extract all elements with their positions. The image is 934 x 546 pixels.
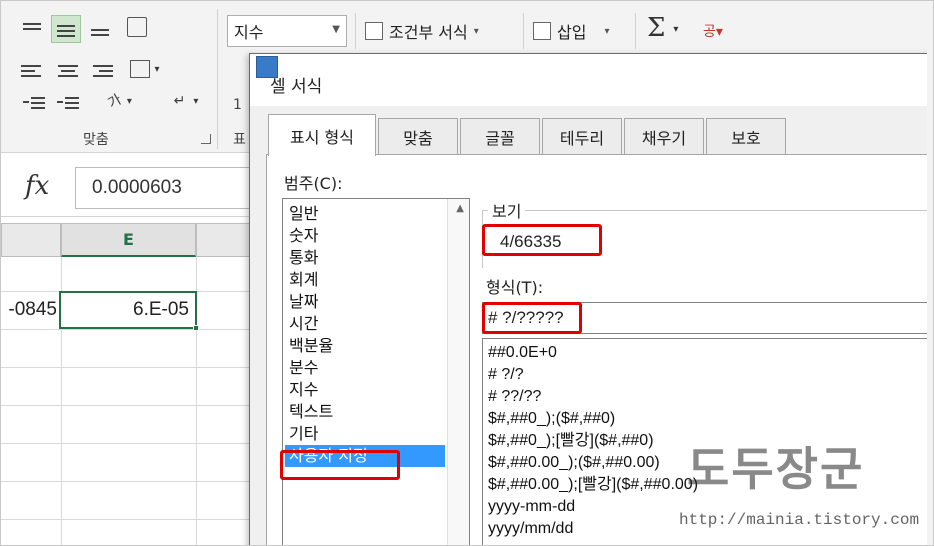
ribbon-separator xyxy=(217,9,218,149)
align-middle-icon[interactable] xyxy=(51,15,81,43)
sigma-icon: Σ xyxy=(647,13,666,43)
watermark-url: http://mainia.tistory.com xyxy=(679,511,920,529)
insert-cells-icon xyxy=(533,22,551,40)
tab-fill[interactable]: 채우기 xyxy=(624,118,704,154)
category-percentage[interactable]: 백분율 xyxy=(289,335,333,357)
category-currency[interactable]: 통화 xyxy=(289,247,318,269)
dialog-tabs: 표시 형식 맞춤 글꼴 테두리 채우기 보호 xyxy=(250,114,933,156)
format-code-item[interactable]: yyyy-mm-dd xyxy=(488,496,575,518)
selected-cell-e[interactable]: 6.E-05 xyxy=(59,291,197,329)
conditional-format-icon xyxy=(365,22,383,40)
dialog-title: 셀 서식 xyxy=(270,77,323,97)
alignment-dialog-launcher-icon[interactable] xyxy=(201,134,211,144)
wrap-text-icon[interactable]: ↵ ▾ xyxy=(161,89,211,113)
align-right-icon[interactable] xyxy=(89,59,115,83)
grid-line xyxy=(1,367,256,368)
watermark-text: 도두장군 xyxy=(687,442,865,496)
screenshot-frame: ▾ 가 ▾ ↵ ▾ 맞춤 표 1 지수 ▼ 조건부 서식 ▾ 삽입 ▾ Σ ▾ … xyxy=(0,0,934,546)
tab-border[interactable]: 테두리 xyxy=(542,118,622,154)
format-code-item[interactable]: yyyy/mm/dd xyxy=(488,518,573,540)
orientation-icon[interactable] xyxy=(123,15,151,39)
align-center-icon[interactable] xyxy=(55,59,81,83)
category-number[interactable]: 숫자 xyxy=(289,225,318,247)
tab-alignment[interactable]: 맞춤 xyxy=(378,118,458,154)
category-special[interactable]: 기타 xyxy=(289,423,318,445)
tab-font[interactable]: 글꼴 xyxy=(460,118,540,154)
ribbon-cut-label-2: 1 xyxy=(233,97,242,113)
column-header-d[interactable] xyxy=(1,223,61,257)
autosum-button[interactable]: Σ ▾ xyxy=(647,13,678,43)
format-code-item[interactable]: ##0.0E+0 xyxy=(488,342,557,364)
formula-input[interactable]: 0.0000603 xyxy=(75,167,255,209)
highlight-box-custom xyxy=(280,450,400,480)
grid-line xyxy=(1,519,256,520)
insert-function-icon[interactable]: fx xyxy=(25,171,49,201)
category-fraction[interactable]: 분수 xyxy=(289,357,318,379)
dialog-titlebar[interactable]: 셀 서식 xyxy=(250,54,933,106)
align-left-icon[interactable] xyxy=(19,59,45,83)
number-format-dropdown[interactable]: 지수 ▼ xyxy=(227,15,347,47)
category-accounting[interactable]: 회계 xyxy=(289,269,318,291)
format-code-item[interactable]: $#,##0.00_);($#,##0.00) xyxy=(488,452,660,474)
grid-line xyxy=(1,329,256,330)
category-general[interactable]: 일반 xyxy=(289,203,318,225)
align-bottom-icon[interactable] xyxy=(87,17,113,41)
insert-button[interactable]: 삽입 ▾ xyxy=(533,17,609,45)
chevron-down-icon: ▾ xyxy=(604,25,610,37)
category-scrollbar[interactable]: ▲ xyxy=(447,199,469,545)
scroll-up-icon[interactable]: ▲ xyxy=(456,203,464,214)
format-code-item[interactable]: $#,##0_);($#,##0) xyxy=(488,408,615,430)
align-top-icon[interactable] xyxy=(19,17,45,41)
sort-filter-button[interactable]: 공▾ xyxy=(703,21,723,41)
cell-d-value[interactable]: -0845 xyxy=(1,291,61,329)
format-code-item[interactable]: $#,##0.00_);[빨강]($#,##0.00) xyxy=(488,474,698,496)
conditional-format-label: 조건부 서식 xyxy=(389,23,468,42)
format-code-item[interactable]: # ?/? xyxy=(488,364,524,386)
category-date[interactable]: 날짜 xyxy=(289,291,318,313)
format-code-item[interactable]: $#,##0_);[빨강]($#,##0) xyxy=(488,430,654,452)
ribbon-cut-label-1: 표 xyxy=(233,132,246,148)
column-header-f[interactable] xyxy=(196,223,256,257)
chevron-down-icon: ▾ xyxy=(473,25,479,37)
chevron-down-icon: ▼ xyxy=(332,24,340,35)
grid-line xyxy=(1,443,256,444)
highlight-box-sample xyxy=(482,224,602,256)
conditional-format-button[interactable]: 조건부 서식 ▾ xyxy=(365,17,479,45)
category-listbox[interactable]: ▲ 일반 숫자 통화 회계 날짜 시간 백분율 분수 지수 텍스트 기타 사용자… xyxy=(282,198,470,545)
number-format-value: 지수 xyxy=(234,23,264,42)
category-time[interactable]: 시간 xyxy=(289,313,318,335)
grid-line xyxy=(1,481,256,482)
highlight-box-type xyxy=(482,302,582,334)
window-edge xyxy=(927,1,933,545)
category-text[interactable]: 텍스트 xyxy=(289,401,333,423)
tab-protection[interactable]: 보호 xyxy=(706,118,786,154)
format-code-item[interactable]: # ??/?? xyxy=(488,386,541,408)
align-group-label: 맞춤 xyxy=(83,132,109,148)
type-label: 형식(T): xyxy=(486,278,544,297)
fill-handle[interactable] xyxy=(193,325,199,331)
tab-number[interactable]: 표시 형식 xyxy=(268,114,376,156)
column-header-e[interactable]: E xyxy=(61,223,196,257)
sample-label: 보기 xyxy=(488,198,526,222)
ribbon-separator xyxy=(355,13,356,49)
ribbon-separator xyxy=(523,13,524,49)
ribbon-separator xyxy=(635,13,636,49)
decrease-indent-icon[interactable] xyxy=(19,91,49,115)
grid-line xyxy=(1,405,256,406)
increase-indent-icon[interactable] xyxy=(53,91,83,115)
category-scientific[interactable]: 지수 xyxy=(289,379,318,401)
text-direction-icon[interactable]: 가 ▾ xyxy=(95,89,145,113)
insert-label: 삽입 xyxy=(557,23,587,42)
category-label: 범주(C): xyxy=(284,174,343,193)
merge-center-icon[interactable]: ▾ xyxy=(125,57,165,81)
